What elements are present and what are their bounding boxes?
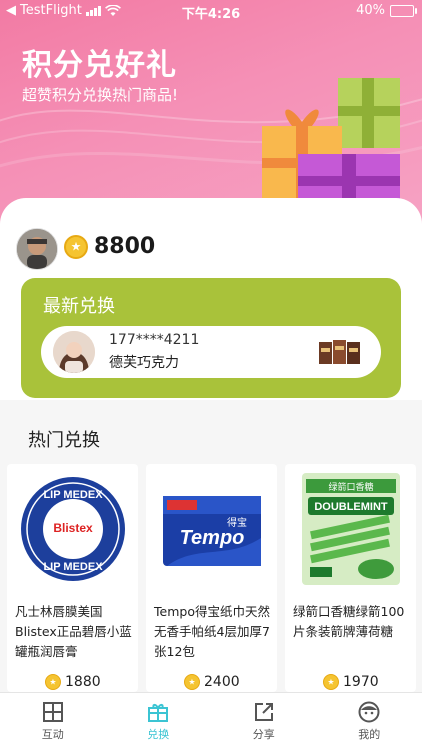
points-display: 8800: [64, 234, 155, 259]
gift-boxes-illustration: [258, 78, 408, 218]
product-name: Tempo得宝纸巾天然无香手帕纸4层加厚7张12包: [154, 602, 272, 662]
product-card-blistex[interactable]: LIP MEDEX Blistex LIP MEDEX 凡士林唇膜美国Blist…: [7, 464, 138, 692]
latest-exchange-title: 最新兑换: [43, 292, 115, 318]
coin-icon: [45, 674, 61, 690]
product-image: LIP MEDEX Blistex LIP MEDEX: [7, 464, 138, 594]
profile-icon: [357, 700, 381, 724]
product-price: 2400: [184, 674, 240, 690]
product-card-tempo[interactable]: Tempo 得宝 Tempo得宝纸巾天然无香手帕纸4层加厚7张12包 2400: [146, 464, 277, 692]
battery-percent: 40%: [356, 3, 385, 18]
blistex-logo-top: LIP MEDEX: [43, 489, 103, 501]
product-card-doublemint[interactable]: 绿箭口香糖 DOUBLEMINT 绿箭口香糖绿箭100片条装箭牌薄荷糖 1970: [285, 464, 416, 692]
exchange-user-avatar: [53, 331, 95, 373]
gift-icon: [146, 700, 170, 724]
share-icon: [252, 700, 276, 724]
tab-share[interactable]: 分享: [211, 693, 317, 751]
status-right: 40%: [356, 3, 414, 18]
user-avatar[interactable]: [16, 228, 58, 270]
product-price: 1880: [45, 674, 101, 690]
latest-exchange-panel: 最新兑换 177****4211 德芙巧克力: [21, 278, 401, 398]
product-image: Tempo 得宝: [146, 464, 277, 594]
tab-label: 我的: [358, 726, 380, 742]
battery-icon: [390, 5, 414, 17]
tab-exchange[interactable]: 兑换: [106, 693, 212, 751]
doublemint-gum-image: 绿箭口香糖 DOUBLEMINT: [296, 469, 406, 589]
product-name: 绿箭口香糖绿箭100片条装箭牌薄荷糖: [293, 602, 411, 642]
latest-exchange-record[interactable]: 177****4211 德芙巧克力: [41, 326, 381, 378]
hot-product-grid: LIP MEDEX Blistex LIP MEDEX 凡士林唇膜美国Blist…: [7, 464, 417, 692]
bottom-tab-bar: 互动 兑换 分享 我的: [0, 692, 422, 751]
product-image: 绿箭口香糖 DOUBLEMINT: [285, 464, 416, 594]
tab-label: 互动: [42, 726, 64, 742]
blistex-logo-bottom: LIP MEDEX: [43, 561, 103, 573]
page-title: 积分兑好礼: [22, 40, 177, 84]
blistex-logo-brand: Blistex: [53, 521, 93, 535]
blistex-tin-image: LIP MEDEX Blistex LIP MEDEX: [18, 474, 128, 584]
tempo-logo-cn: 得宝: [227, 516, 247, 529]
points-value: 8800: [94, 234, 155, 259]
product-price-value: 1880: [65, 674, 101, 690]
page-subtitle: 超赞积分兑换热门商品!: [22, 84, 178, 105]
grid-icon: [41, 700, 65, 724]
exchange-user-avatar-image: [53, 331, 95, 373]
tab-label: 分享: [253, 726, 275, 742]
chocolate-product-thumbnail: [319, 340, 361, 366]
tempo-logo-brand: Tempo: [179, 527, 244, 549]
user-avatar-image: [17, 229, 57, 269]
doublemint-logo-cn: 绿箭口香糖: [328, 481, 373, 493]
product-price-value: 2400: [204, 674, 240, 690]
tab-profile[interactable]: 我的: [317, 693, 422, 751]
doublemint-logo-brand: DOUBLEMINT: [314, 501, 388, 513]
tab-label: 兑换: [147, 726, 169, 742]
tempo-tissue-image: Tempo 得宝: [157, 474, 267, 584]
product-price-value: 1970: [343, 674, 379, 690]
hot-exchange-title: 热门兑换: [28, 426, 100, 452]
exchange-user-phone: 177****4211: [109, 332, 199, 348]
tab-interact[interactable]: 互动: [0, 693, 106, 751]
product-name: 凡士林唇膜美国Blistex正品碧唇小蓝罐瓶润唇膏: [15, 602, 133, 662]
exchange-product-name: 德芙巧克力: [109, 352, 179, 372]
product-price: 1970: [323, 674, 379, 690]
coin-icon: [184, 674, 200, 690]
coin-icon: [64, 235, 88, 259]
coin-icon: [323, 674, 339, 690]
status-bar: ◀ TestFlight 下午4:26 40%: [0, 0, 422, 22]
